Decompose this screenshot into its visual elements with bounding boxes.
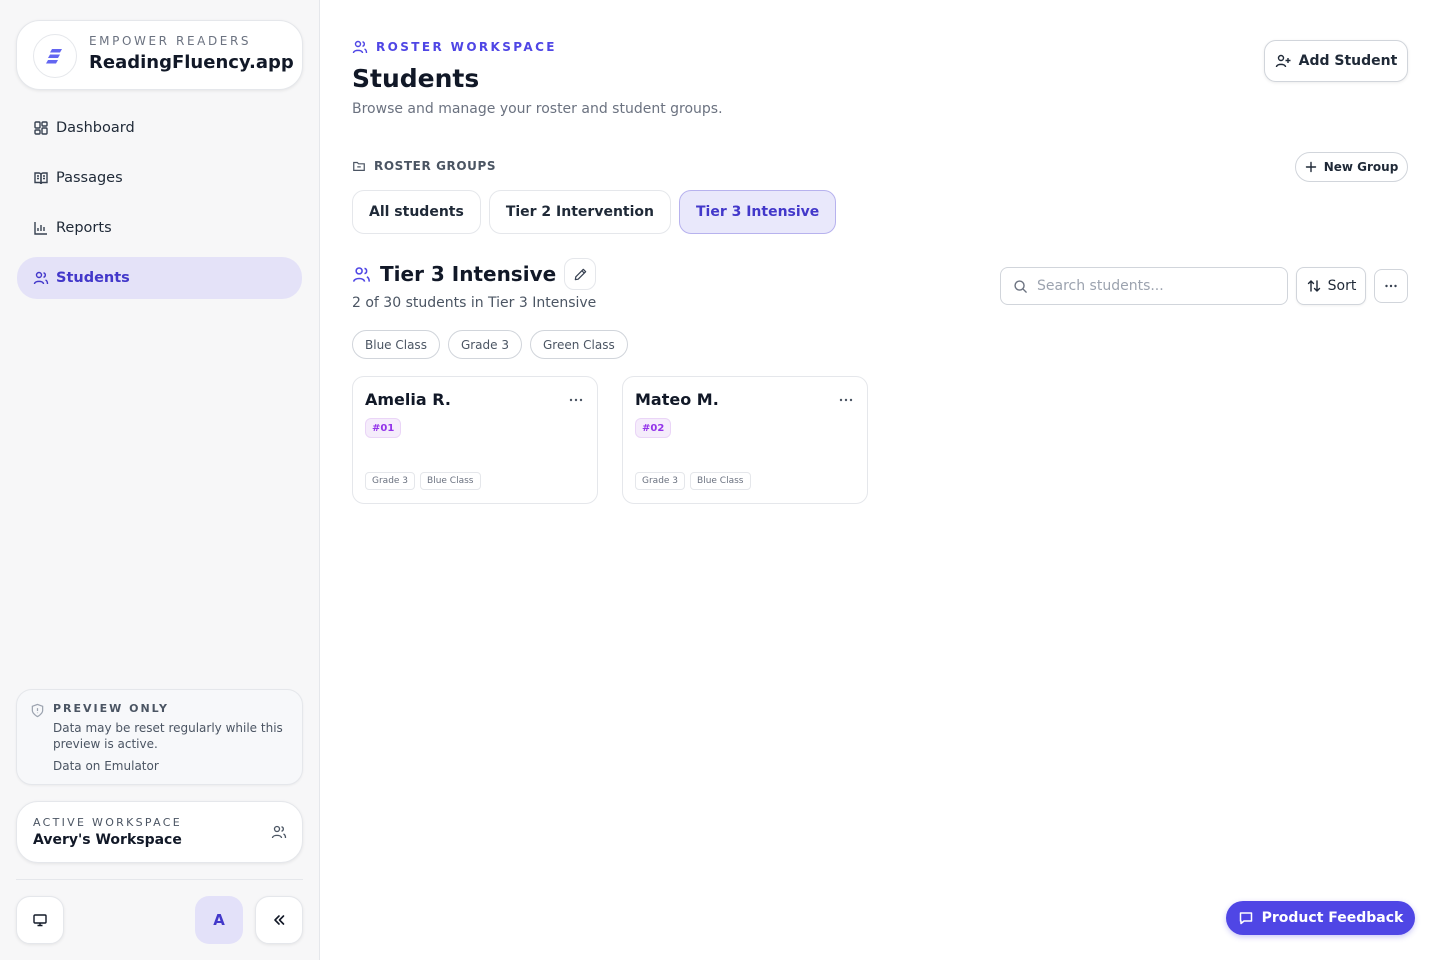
plus-icon (1305, 161, 1316, 173)
student-tag: Blue Class (690, 472, 751, 490)
logo-icon (46, 49, 62, 64)
workspace-switcher[interactable]: ACTIVE WORKSPACE Avery's Workspace (16, 801, 303, 863)
student-card[interactable]: Mateo M. #02 Grade 3 Blue Class (622, 376, 868, 504)
edit-group-button[interactable] (564, 258, 597, 290)
message-square-icon (1239, 912, 1252, 925)
sidebar-item-label: Reports (56, 220, 112, 236)
sort-button[interactable]: Sort (1296, 267, 1366, 305)
eyebrow-text: ROSTER WORKSPACE (376, 40, 557, 54)
search-input[interactable] (1037, 268, 1277, 304)
preview-text: Data may be reset regularly while this p… (53, 721, 283, 751)
preview-link[interactable]: Data on Emulator (53, 759, 159, 773)
brand-logo (33, 34, 77, 78)
pencil-icon (574, 268, 586, 280)
group-title: Tier 3 Intensive (380, 262, 557, 286)
display-settings-button[interactable] (16, 896, 64, 944)
group-header: Tier 3 Intensive (352, 258, 597, 290)
bar-chart-icon (34, 222, 47, 235)
shield-icon (31, 703, 44, 718)
student-tags: Grade 3 Blue Class (635, 472, 756, 490)
more-horizontal-icon (1385, 284, 1397, 288)
page-eyebrow: ROSTER WORKSPACE (352, 39, 557, 55)
group-count: 2 of 30 students in Tier 3 Intensive (352, 295, 597, 311)
sort-label: Sort (1327, 278, 1357, 294)
student-tag: Grade 3 (635, 472, 686, 490)
student-tag: Grade 3 (365, 472, 416, 490)
filter-chip-grade-3[interactable]: Grade 3 (447, 330, 522, 359)
tab-tier-2-intervention[interactable]: Tier 2 Intervention (488, 190, 671, 234)
chevrons-left-icon (274, 915, 285, 925)
folder-icon (353, 161, 365, 171)
users-icon (33, 271, 49, 285)
sidebar: EMPOWER READERS ReadingFluency.app Dashb… (0, 0, 320, 960)
sidebar-nav: Dashboard Passages Reports Students (17, 107, 302, 307)
group-tabs: All students Tier 2 Intervention Tier 3 … (352, 190, 844, 234)
dashboard-icon (34, 121, 48, 135)
more-horizontal-icon[interactable] (839, 397, 853, 403)
product-feedback-button[interactable]: Product Feedback (1226, 901, 1415, 935)
avatar[interactable]: A (195, 896, 243, 944)
collapse-sidebar-button[interactable] (255, 896, 303, 944)
workspace-label: ACTIVE WORKSPACE (33, 816, 183, 829)
new-group-button[interactable]: New Group (1295, 152, 1408, 182)
preview-title: PREVIEW ONLY (53, 702, 169, 715)
page-subtitle: Browse and manage your roster and studen… (352, 101, 723, 117)
filter-chip-green-class[interactable]: Green Class (530, 330, 628, 359)
more-horizontal-icon[interactable] (569, 397, 583, 403)
new-group-label: New Group (1323, 160, 1399, 174)
brand-name: ReadingFluency.app (89, 52, 294, 73)
sidebar-item-label: Dashboard (56, 120, 135, 136)
search-icon (1014, 280, 1027, 293)
student-card[interactable]: Amelia R. #01 Grade 3 Blue Class (352, 376, 598, 504)
search-box (1000, 267, 1288, 305)
brand-card[interactable]: EMPOWER READERS ReadingFluency.app (16, 20, 303, 90)
page-title: Students (352, 64, 480, 93)
sidebar-item-label: Students (56, 270, 130, 286)
student-id-badge: #01 (365, 418, 402, 438)
student-id-badge: #02 (635, 418, 672, 438)
product-feedback-label: Product Feedback (1261, 910, 1404, 926)
add-student-button[interactable]: Add Student (1264, 40, 1408, 82)
add-student-label: Add Student (1298, 53, 1398, 69)
student-name: Mateo M. (635, 390, 719, 409)
sidebar-item-passages[interactable]: Passages (17, 157, 302, 199)
main-content: ROSTER WORKSPACE Students Browse and man… (320, 0, 1440, 960)
student-name: Amelia R. (365, 390, 451, 409)
sidebar-item-label: Passages (56, 170, 123, 186)
roster-groups-label: ROSTER GROUPS (352, 159, 496, 173)
tab-all-students[interactable]: All students (352, 190, 481, 234)
sidebar-item-students[interactable]: Students (17, 257, 302, 299)
workspace-name: Avery's Workspace (33, 832, 182, 848)
tab-tier-3-intensive[interactable]: Tier 3 Intensive (678, 190, 837, 234)
student-tag: Blue Class (420, 472, 481, 490)
sort-arrows-icon (1307, 280, 1320, 292)
preview-notice: PREVIEW ONLY Data may be reset regularly… (16, 689, 303, 785)
filter-chips: Blue Class Grade 3 Green Class (352, 330, 636, 359)
users-icon (352, 40, 368, 54)
sidebar-item-dashboard[interactable]: Dashboard (17, 107, 302, 149)
sidebar-divider (16, 879, 303, 880)
sidebar-item-reports[interactable]: Reports (17, 207, 302, 249)
filter-chip-blue-class[interactable]: Blue Class (352, 330, 440, 359)
user-plus-icon (1275, 54, 1291, 68)
student-tags: Grade 3 Blue Class (365, 472, 486, 490)
brand-eyebrow: EMPOWER READERS (89, 34, 252, 48)
users-icon (353, 266, 370, 282)
monitor-icon (33, 914, 47, 927)
users-icon (271, 825, 287, 839)
book-open-icon (34, 172, 48, 185)
roster-groups-text: ROSTER GROUPS (374, 159, 497, 173)
more-options-button[interactable] (1374, 269, 1408, 303)
